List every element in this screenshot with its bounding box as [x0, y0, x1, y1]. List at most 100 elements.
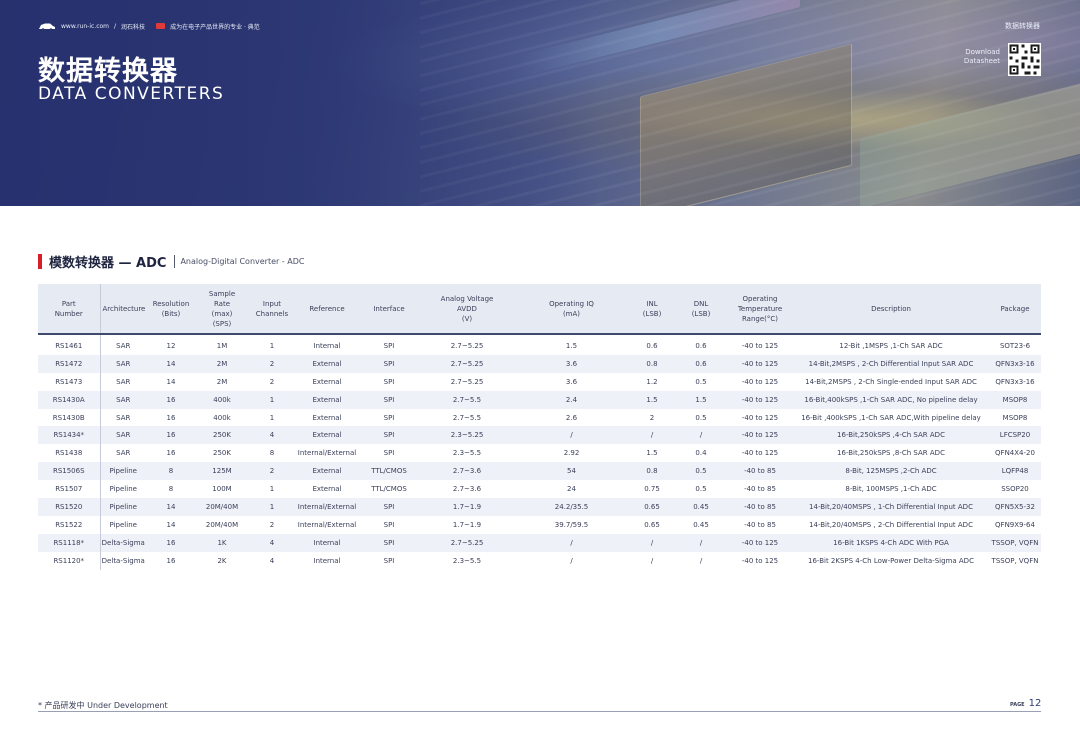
table-cell: Pipeline — [109, 520, 137, 529]
table-cell: 14-Bit,2MSPS , 2-Ch Single-ended Input S… — [805, 377, 977, 386]
part-number-cell: RS1461 — [38, 334, 101, 355]
table-cell: 16-Bit,250kSPS ,8-Ch SAR ADC — [837, 449, 945, 458]
table-cell: 14-Bit,20/40MSPS , 2-Ch Differential Inp… — [809, 520, 973, 529]
column-header: Input Channels — [248, 284, 296, 335]
column-header-line: Temperature — [737, 304, 783, 313]
table-cell: Internal/External — [297, 449, 357, 458]
qr-code-icon[interactable] — [1008, 43, 1041, 76]
table-cell: External — [312, 413, 342, 422]
table-cell: SPI — [383, 449, 395, 458]
table-cell: 16 — [146, 390, 196, 409]
table-cell: 16-Bit,250kSPS ,4-Ch SAR ADC — [793, 426, 989, 445]
table-cell: 14 — [146, 354, 196, 373]
table-row: RS1520 Pipeline 14 20M/40M 1 Internal/Externa… — [38, 498, 1041, 516]
table-header: Part Number Architecture Resolution (Bits) Sa… — [38, 284, 1041, 335]
column-header: Reference — [296, 284, 358, 335]
table-cell: Internal — [313, 556, 341, 565]
part-number-cell: RS1507 — [38, 480, 101, 499]
table-cell: 24.2/35.5 — [514, 498, 629, 516]
column-header-line: (mA) — [562, 309, 581, 318]
download-datasheet-label[interactable]: Download Datasheet — [952, 48, 1000, 66]
column-header-line: Range(°C) — [741, 314, 779, 323]
table-cell: SPI — [358, 533, 420, 552]
table-cell: SSOP20 — [1001, 485, 1029, 494]
table-cell: 0.65 — [644, 520, 660, 529]
table-cell: 1.7~1.9 — [420, 498, 514, 516]
column-header-line: INL — [646, 299, 658, 308]
part-number-cell: RS1434* — [38, 426, 101, 445]
table-cell: 0.5 — [695, 377, 707, 386]
table-cell: 16 — [166, 449, 176, 458]
column-header: Sample Rate (max) (SPS) — [196, 284, 248, 335]
table-row: RS1434* SAR 16 250K 4 External SPI 2.3~5.25// / -… — [38, 426, 1041, 445]
table-cell: 4 — [269, 556, 275, 565]
table-cell: 24 — [567, 485, 576, 494]
table-cell: 3.6 — [514, 354, 629, 373]
table-cell: 8-Bit, 125MSPS ,2-Ch ADC — [793, 462, 989, 481]
table-cell: 8 — [146, 462, 196, 481]
column-header: Description — [793, 284, 989, 335]
column-header-line: (Bits) — [161, 309, 181, 318]
table-cell: 8-Bit, 100MSPS ,1-Ch ADC — [845, 485, 937, 494]
table-cell: 0.75 — [644, 485, 660, 494]
column-header-line: DNL — [693, 299, 709, 308]
column-header: Operating Temperature Range(°C) — [727, 284, 793, 335]
footer-divider — [38, 711, 1041, 712]
table-cell: 16-Bit 2KSPS 4-Ch Low-Power Delta-Sigma … — [808, 556, 974, 565]
column-header: Part Number — [38, 284, 101, 335]
table-cell: -40 to 125 — [727, 390, 793, 409]
section-divider — [174, 254, 176, 268]
column-header-line: Reference — [309, 304, 345, 313]
table-cell: SAR — [116, 449, 131, 458]
header-banner: www.run-ic.com / 润石科技 成为在电子产品世界的专业 · 典范 … — [0, 0, 1080, 206]
table-cell: Pipeline — [100, 462, 146, 481]
part-number-cell: RS1472 — [38, 354, 101, 373]
table-cell: / — [629, 533, 675, 552]
table-cell: 1 — [269, 341, 275, 350]
table-cell: SAR — [116, 341, 131, 350]
column-header-line: Architecture — [102, 304, 146, 313]
table-cell: Internal/External — [296, 498, 358, 516]
table-cell: 16 — [166, 556, 176, 565]
column-header: Operating IQ (mA) — [514, 284, 629, 335]
section-heading: 模数转换器 — ADC Analog-Digital Converter - A… — [38, 252, 305, 271]
table-cell: 2M — [196, 354, 248, 373]
site-url[interactable]: www.run-ic.com — [61, 23, 109, 30]
category-label: 数据转换器 — [1005, 22, 1040, 30]
table-cell: SPI — [383, 520, 395, 529]
column-header-line: Resolution — [152, 299, 190, 308]
column-header-line: Part — [61, 299, 76, 308]
table-cell: 2.3~5.5 — [452, 556, 482, 565]
table-cell: -40 to 125 — [727, 533, 793, 552]
table-cell: 14 — [166, 377, 176, 386]
table-cell: External — [312, 377, 342, 386]
table-cell: 16 — [146, 533, 196, 552]
footnote-under-development: * 产品研发中 Under Development — [38, 701, 168, 710]
table-cell: 1K — [196, 533, 248, 552]
column-header-line: Number — [54, 309, 83, 318]
table-cell: SOT23-6 — [999, 341, 1031, 350]
table-cell: External — [296, 426, 358, 445]
table-cell: LQFP48 — [989, 462, 1041, 481]
table-cell: 0.6 — [695, 341, 707, 350]
table-cell: 2.7~5.25 — [450, 341, 484, 350]
table-cell: -40 to 125 — [741, 413, 779, 422]
table-cell: -40 to 125 — [741, 556, 779, 565]
column-header-line: (LSB) — [642, 309, 662, 318]
column-header-line: Interface — [373, 304, 405, 313]
table-cell: 0.6 — [646, 341, 658, 350]
page-number-value: 12 — [1028, 698, 1042, 709]
table-cell: 1M — [216, 341, 228, 350]
table-cell: 2 — [269, 377, 275, 386]
table-cell: 0.45 — [693, 520, 709, 529]
table-cell: -40 to 85 — [744, 520, 776, 529]
table-cell: External — [312, 485, 342, 494]
table-cell: 2.3~5.5 — [452, 449, 482, 458]
section-title: 模数转换器 — ADC — [49, 255, 167, 271]
table-cell: Delta-Sigma — [100, 533, 146, 552]
table-cell: 16-Bit,400kSPS ,1-Ch SAR ADC, No pipelin… — [793, 390, 989, 409]
column-header-line: Description — [871, 304, 911, 313]
table-cell: -40 to 125 — [727, 426, 793, 445]
table-cell: TTL/CMOS — [358, 462, 420, 481]
table-cell: Delta-Sigma — [101, 556, 145, 565]
